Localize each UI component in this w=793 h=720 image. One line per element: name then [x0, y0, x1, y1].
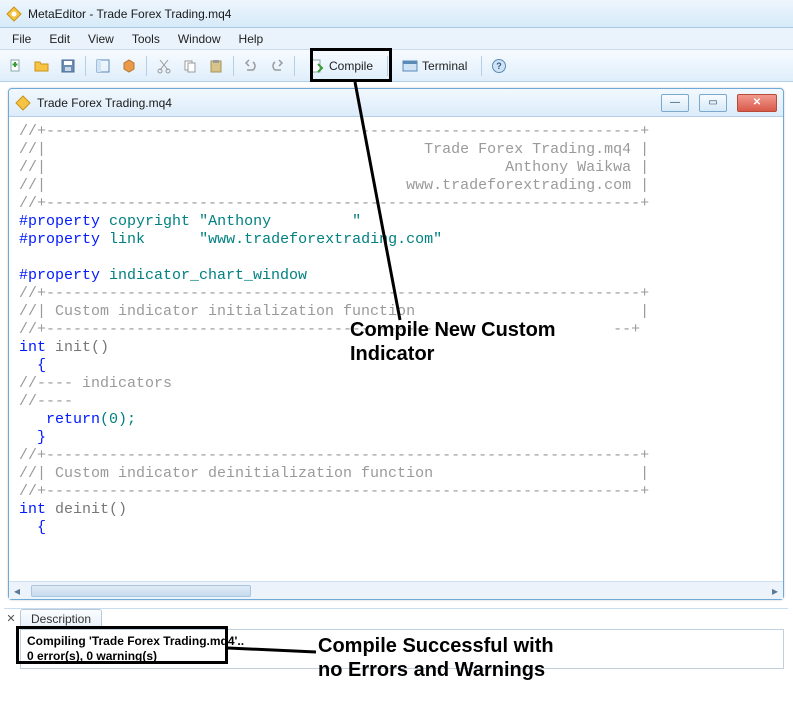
annotation-text-success: Compile Successful with no Errors and Wa…	[318, 634, 554, 682]
copy-button[interactable]	[178, 54, 202, 78]
toolbar-separator	[481, 56, 482, 76]
maximize-button[interactable]: ▭	[699, 94, 727, 112]
toolbar-separator	[294, 56, 295, 76]
toolbox-button[interactable]	[117, 54, 141, 78]
menu-tools[interactable]: Tools	[124, 30, 168, 48]
compile-label: Compile	[329, 59, 373, 73]
title-bar: MetaEditor - Trade Forex Trading.mq4	[0, 0, 793, 28]
open-file-button[interactable]	[30, 54, 54, 78]
toolbar-separator	[233, 56, 234, 76]
redo-button[interactable]	[265, 54, 289, 78]
tab-description[interactable]: Description	[20, 609, 102, 629]
window-title: MetaEditor - Trade Forex Trading.mq4	[28, 7, 231, 21]
menu-help[interactable]: Help	[231, 30, 272, 48]
close-button[interactable]: ✕	[737, 94, 777, 112]
scroll-right-icon[interactable]: ▸	[767, 583, 783, 599]
app-icon	[6, 6, 22, 22]
new-file-button[interactable]	[4, 54, 28, 78]
svg-text:?: ?	[497, 61, 503, 71]
menu-bar: File Edit View Tools Window Help	[0, 28, 793, 50]
terminal-label: Terminal	[422, 59, 467, 73]
menu-file[interactable]: File	[4, 30, 39, 48]
output-tabs: Description	[20, 609, 102, 629]
save-button[interactable]	[56, 54, 80, 78]
terminal-button[interactable]: Terminal	[393, 54, 476, 78]
scroll-left-icon[interactable]: ◂	[9, 583, 25, 599]
compile-button[interactable]: Compile	[300, 54, 382, 78]
navigator-button[interactable]	[91, 54, 115, 78]
menu-window[interactable]: Window	[170, 30, 229, 48]
horizontal-scrollbar[interactable]: ◂ ▸	[9, 581, 783, 599]
annotation-text-compile: Compile New Custom Indicator	[350, 318, 556, 366]
document-icon	[15, 95, 31, 111]
toolbar-separator	[387, 56, 388, 76]
document-title: Trade Forex Trading.mq4	[37, 96, 172, 110]
paste-button[interactable]	[204, 54, 228, 78]
cut-button[interactable]	[152, 54, 176, 78]
undo-button[interactable]	[239, 54, 263, 78]
toolbar: Compile Terminal ?	[0, 50, 793, 82]
scrollbar-thumb[interactable]	[31, 585, 251, 597]
menu-view[interactable]: View	[80, 30, 122, 48]
panel-close-button[interactable]: ✕	[4, 611, 18, 625]
toolbar-separator	[146, 56, 147, 76]
menu-edit[interactable]: Edit	[41, 30, 78, 48]
help-button[interactable]: ?	[487, 54, 511, 78]
minimize-button[interactable]: —	[661, 94, 689, 112]
toolbar-separator	[85, 56, 86, 76]
editor-window-titlebar: Trade Forex Trading.mq4 — ▭ ✕	[9, 89, 783, 117]
